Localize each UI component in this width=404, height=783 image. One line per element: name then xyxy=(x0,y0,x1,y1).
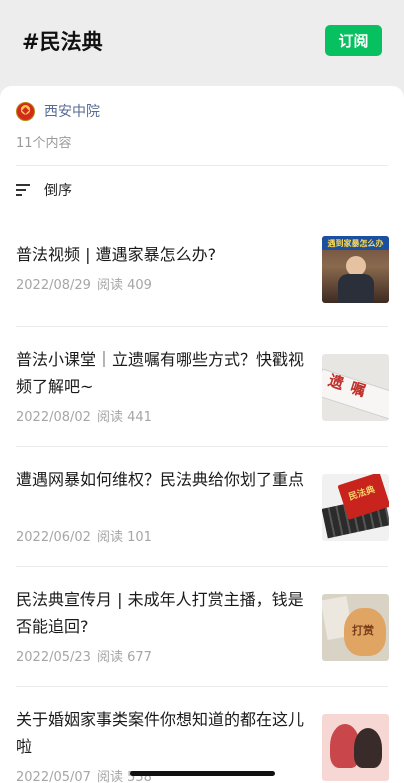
article-title: 关于婚姻家事类案件你想知道的都在这儿啦 xyxy=(16,710,305,756)
article-date: 2022/08/02 xyxy=(16,410,91,425)
source-account[interactable]: 西安中院 xyxy=(16,100,100,122)
article-title: 普法小课堂｜立遗嘱有哪些方式？快戳视频了解吧~ xyxy=(16,350,305,396)
court-emblem-icon xyxy=(16,101,35,121)
article-reads: 阅读 409 xyxy=(96,278,152,293)
article-meta: 2022/08/29 阅读 409 xyxy=(16,274,152,293)
article-thumbnail: 遗嘱 xyxy=(322,354,389,421)
article-date: 2022/05/07 xyxy=(16,770,91,783)
header: #民法典 订阅 xyxy=(0,0,404,90)
article-thumbnail: 打赏 xyxy=(322,594,389,661)
divider xyxy=(16,686,388,687)
divider xyxy=(16,165,388,166)
home-indicator[interactable] xyxy=(130,771,275,776)
article-thumbnail: 民法典 xyxy=(322,474,389,541)
sort-icon xyxy=(16,183,32,197)
thumbnail-caption: 遇到家暴怎么办 xyxy=(322,236,389,250)
article-date: 2022/08/29 xyxy=(16,278,91,293)
article-reads: 阅读 441 xyxy=(96,410,152,425)
article-item[interactable]: 普法视频 | 遭遇家暴怎么办? 2022/08/29 阅读 409 遇到家暴怎么办 xyxy=(16,236,389,331)
content-card: 西安中院 11个内容 倒序 普法视频 | 遭遇家暴怎么办? 2022/08/29… xyxy=(0,86,404,783)
subscribe-button[interactable]: 订阅 xyxy=(325,25,382,56)
article-date: 2022/06/02 xyxy=(16,530,91,545)
sort-label: 倒序 xyxy=(44,183,72,199)
article-item[interactable]: 遭遇网暴如何维权？民法典给你划了重点 2022/06/02 阅读 101 民法典 xyxy=(16,466,389,566)
article-item[interactable]: 普法小课堂｜立遗嘱有哪些方式？快戳视频了解吧~ 2022/08/02 阅读 441… xyxy=(16,346,389,446)
article-meta: 2022/08/02 阅读 441 xyxy=(16,406,152,425)
divider xyxy=(16,446,388,447)
article-title: 普法视频 | 遭遇家暴怎么办? xyxy=(16,245,217,264)
article-date: 2022/05/23 xyxy=(16,650,91,665)
sort-toggle[interactable]: 倒序 xyxy=(16,180,72,200)
divider xyxy=(16,566,388,567)
content-count: 11个内容 xyxy=(16,136,72,151)
article-meta: 2022/05/23 阅读 677 xyxy=(16,646,152,665)
article-thumbnail: 遇到家暴怎么办 xyxy=(322,236,389,303)
source-name: 西安中院 xyxy=(44,104,100,120)
thumbnail-caption: 打赏 xyxy=(352,624,374,637)
article-reads: 阅读 101 xyxy=(96,530,152,545)
article-title: 民法典宣传月 | 未成年人打赏主播，钱是否能追回? xyxy=(16,590,304,636)
article-thumbnail xyxy=(322,714,389,781)
article-title: 遭遇网暴如何维权？民法典给你划了重点 xyxy=(16,470,305,489)
article-reads: 阅读 677 xyxy=(96,650,152,665)
page-title: #民法典 xyxy=(22,30,103,54)
article-meta: 2022/06/02 阅读 101 xyxy=(16,526,152,545)
divider xyxy=(16,326,388,327)
article-item[interactable]: 民法典宣传月 | 未成年人打赏主播，钱是否能追回? 2022/05/23 阅读 6… xyxy=(16,586,389,686)
